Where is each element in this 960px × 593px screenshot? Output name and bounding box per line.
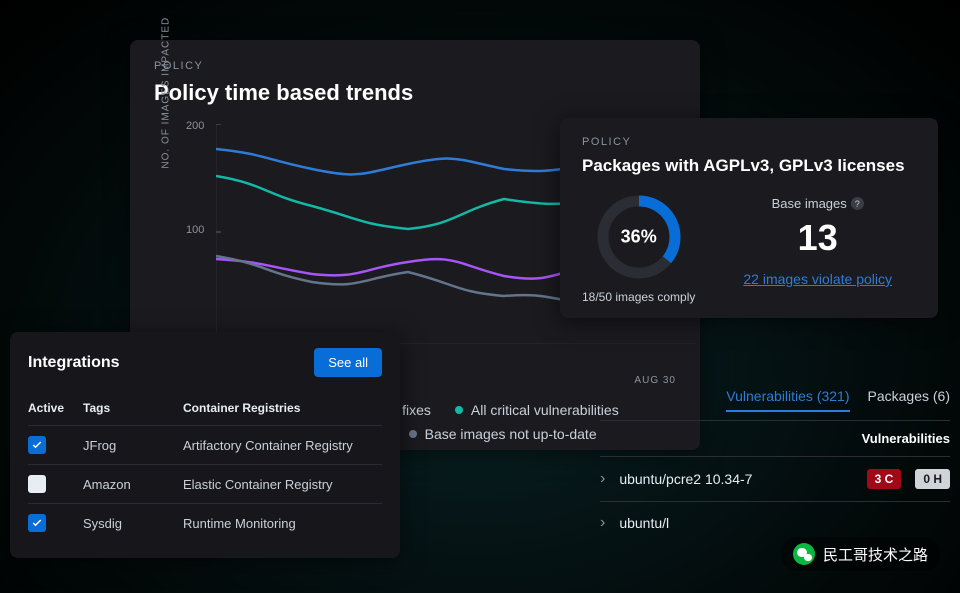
integrations-card: Integrations See all Active Tags Contain… (10, 332, 400, 558)
active-checkbox[interactable] (28, 436, 46, 454)
y-tick: 200 (186, 120, 204, 132)
high-badge: 0 H (915, 469, 950, 489)
base-images-count: 13 (798, 217, 838, 259)
registry-cell: Artifactory Container Registry (183, 438, 382, 453)
card-title: Packages with AGPLv3, GPLv3 licenses (582, 156, 916, 176)
active-checkbox[interactable] (28, 514, 46, 532)
registry-cell: Elastic Container Registry (183, 477, 382, 492)
table-row[interactable]: › ubuntu/pcre2 10.34-7 3 C 0 H (600, 456, 950, 501)
table-row: Sysdig Runtime Monitoring (28, 503, 382, 542)
legend-dot-icon (409, 430, 417, 438)
see-all-button[interactable]: See all (314, 348, 382, 377)
registry-cell: Runtime Monitoring (183, 516, 382, 531)
chevron-right-icon: › (600, 514, 605, 532)
help-icon[interactable]: ? (851, 197, 864, 210)
chevron-right-icon: › (600, 470, 605, 488)
wechat-icon (793, 543, 815, 565)
table-header: Active Tags Container Registries (28, 391, 382, 425)
tab-packages[interactable]: Packages (6) (868, 388, 950, 412)
table-row: Amazon Elastic Container Registry (28, 464, 382, 503)
page-title: Policy time based trends (154, 80, 676, 106)
legend-item: All critical vulnerabilities (455, 402, 619, 418)
violate-policy-link[interactable]: 22 images violate policy (743, 271, 892, 287)
card-title: Integrations (28, 354, 120, 372)
tab-vulnerabilities[interactable]: Vulnerabilities (321) (726, 388, 849, 412)
packages-license-card: POLICY Packages with AGPLv3, GPLv3 licen… (560, 118, 938, 318)
section-label: POLICY (582, 136, 916, 148)
legend-dot-icon (455, 406, 463, 414)
package-name: ubuntu/l (619, 515, 950, 531)
tag-cell: Amazon (83, 477, 183, 492)
base-images-label: Base images ? (772, 196, 864, 211)
tag-cell: Sysdig (83, 516, 183, 531)
y-axis-label: NO. OF IMAGES IMPACTED (161, 17, 172, 169)
x-axis-end-label: AUG 30 (634, 375, 676, 386)
legend-item: Base images not up-to-date (409, 426, 597, 442)
y-tick: 100 (186, 224, 204, 236)
section-label: POLICY (154, 60, 676, 72)
critical-badge: 3 C (867, 469, 902, 489)
donut-chart: 36% (594, 192, 684, 282)
tag-cell: JFrog (83, 438, 183, 453)
comply-text: 18/50 images comply (582, 290, 695, 306)
active-checkbox[interactable] (28, 475, 46, 493)
donut-percent: 36% (621, 227, 657, 248)
tab-bar: Vulnerabilities (321) Packages (6) (600, 388, 950, 420)
vulnerabilities-panel: Vulnerabilities (321) Packages (6) Vulne… (600, 388, 950, 544)
table-row: JFrog Artifactory Container Registry (28, 425, 382, 464)
wechat-watermark: 民工哥技术之路 (781, 537, 940, 571)
column-header: Vulnerabilities (600, 420, 950, 456)
package-name: ubuntu/pcre2 10.34-7 (619, 471, 852, 487)
